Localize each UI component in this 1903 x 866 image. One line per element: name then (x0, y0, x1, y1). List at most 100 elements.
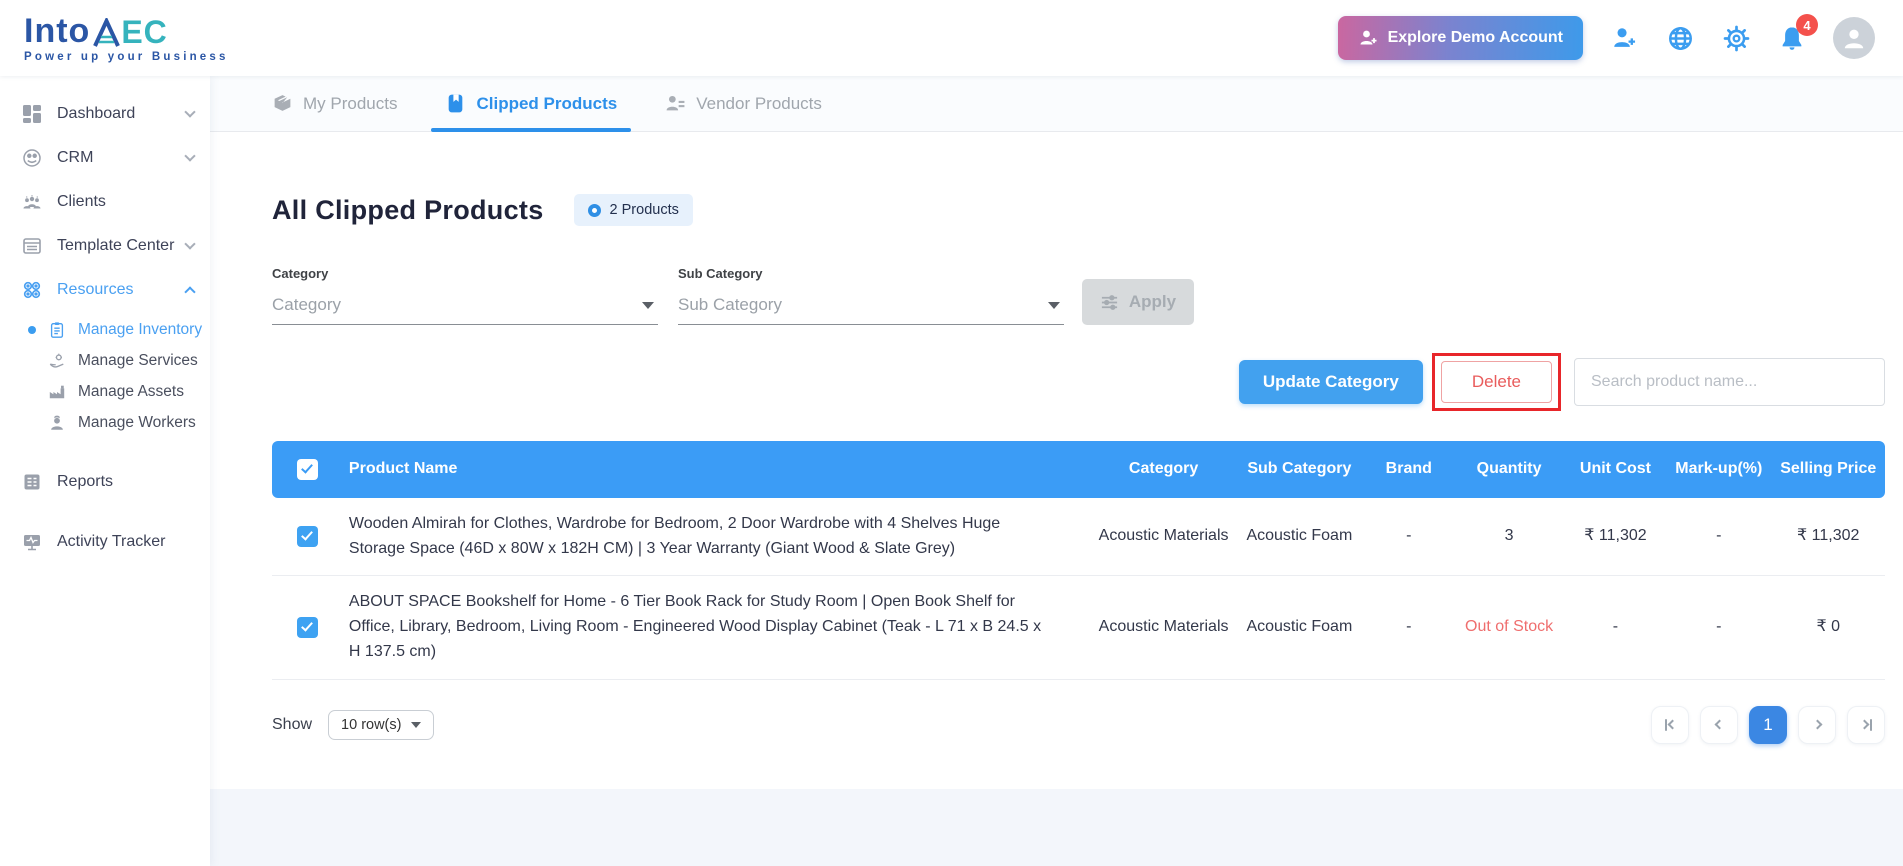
row-checkbox[interactable] (296, 525, 318, 547)
selling-price-cell: ₹ 11,302 (1771, 497, 1885, 577)
gear-icon (1723, 25, 1750, 52)
column-header-product-name: Product Name (348, 460, 458, 477)
sidebar-item-label: Manage Assets (78, 382, 184, 400)
explore-demo-account-button[interactable]: Explore Demo Account (1337, 16, 1583, 60)
select-all-checkbox[interactable] (296, 458, 318, 480)
sidebar-item-manage-inventory[interactable]: Manage Inventory (0, 314, 210, 345)
rows-per-page-select[interactable]: 10 row(s) (328, 709, 435, 740)
pagination: 1 (1651, 705, 1885, 744)
my-products-icon (272, 93, 293, 114)
tab-my-products[interactable]: My Products (272, 76, 397, 131)
first-page-icon (1664, 718, 1667, 731)
last-page-icon (1869, 718, 1872, 731)
row-checkbox[interactable] (296, 616, 318, 638)
app-logo: Into EC Power up your Business (24, 14, 229, 63)
unit-cost-cell: ₹ 11,302 (1564, 497, 1667, 577)
sidebar-item-reports[interactable]: Reports (0, 460, 210, 504)
language-button[interactable] (1665, 23, 1695, 53)
chevron-right-icon (1859, 719, 1869, 730)
sidebar-item-crm[interactable]: CRM (0, 136, 210, 180)
resources-submenu: Manage Inventory Manage Services Manage … (0, 312, 210, 444)
column-header-brand: Brand (1385, 460, 1432, 477)
column-header-quantity: Quantity (1476, 460, 1542, 477)
sidebar-item-label: Template Center (57, 237, 175, 254)
table-actions: Update Category Delete (272, 353, 1885, 411)
sidebar-item-label: Dashboard (57, 105, 136, 122)
products-count-badge: 2 Products (573, 194, 693, 226)
table-row[interactable]: Wooden Almirah for Clothes, Wardrobe for… (272, 497, 1885, 577)
manage-assets-icon (48, 383, 66, 401)
sidebar-item-activity-tracker[interactable]: Activity Tracker (0, 520, 210, 564)
logo-a-triangle-icon (93, 17, 121, 48)
subcategory-select-value: Sub Category (678, 295, 782, 314)
check-icon (301, 461, 314, 474)
search-input[interactable] (1574, 358, 1885, 406)
sidebar-item-dashboard[interactable]: Dashboard (0, 92, 210, 136)
sidebar-item-clients[interactable]: Clients (0, 180, 210, 224)
pagination-next-button[interactable] (1798, 705, 1836, 744)
pagination-first-button[interactable] (1651, 705, 1689, 744)
category-cell: Acoustic Materials (1092, 497, 1235, 577)
product-name-cell: ABOUT SPACE Bookshelf for Home - 6 Tier … (342, 575, 1093, 680)
content-panel: All Clipped Products 2 Products Category… (210, 132, 1903, 789)
chevron-up-icon (184, 286, 196, 298)
caret-down-icon (642, 301, 654, 309)
sidebar-item-label: Activity Tracker (57, 533, 166, 550)
logo-text-secondary: EC (121, 13, 168, 50)
pagination-page-1-button[interactable]: 1 (1749, 705, 1787, 744)
sidebar-item-manage-services[interactable]: Manage Services (0, 345, 210, 376)
rows-per-page-value: 10 row(s) (341, 716, 402, 733)
table-header-row: Product Name Category Sub Category Brand… (272, 441, 1885, 498)
sidebar: Dashboard CRM Clients Template Center Re… (0, 76, 210, 866)
column-header-category: Category (1128, 460, 1199, 477)
tab-vendor-products[interactable]: Vendor Products (665, 76, 822, 131)
manage-services-icon (48, 352, 66, 370)
add-user-button[interactable] (1609, 23, 1639, 53)
sidebar-item-label: Reports (57, 473, 114, 490)
sidebar-item-manage-workers[interactable]: Manage Workers (0, 407, 210, 438)
notifications-button[interactable]: 4 (1777, 14, 1818, 53)
app: Into EC Power up your Business Explore D… (0, 0, 1903, 866)
table-row[interactable]: ABOUT SPACE Bookshelf for Home - 6 Tier … (272, 575, 1885, 680)
update-category-button[interactable]: Update Category (1238, 360, 1423, 404)
page-title: All Clipped Products (272, 194, 544, 225)
product-name-cell: Wooden Almirah for Clothes, Wardrobe for… (342, 497, 1093, 577)
delete-button[interactable]: Delete (1440, 361, 1552, 403)
tab-clipped-products[interactable]: Clipped Products (431, 76, 631, 132)
main-area: My Products Clipped Products Vendor Prod… (210, 76, 1903, 866)
caret-down-icon (1048, 301, 1060, 309)
user-avatar[interactable] (1833, 17, 1875, 59)
sub-category-cell: Acoustic Foam (1234, 497, 1365, 577)
chevron-right-icon (1812, 719, 1822, 730)
apply-button[interactable]: Apply (1082, 279, 1194, 325)
sidebar-item-label: CRM (57, 149, 94, 166)
person-add-icon (1358, 28, 1378, 48)
sidebar-item-manage-assets[interactable]: Manage Assets (0, 376, 210, 407)
clipped-products-table: Product Name Category Sub Category Brand… (272, 441, 1885, 680)
vendor-products-icon (665, 93, 686, 114)
sidebar-item-template-center[interactable]: Template Center (0, 224, 210, 268)
category-select-value: Category (272, 295, 341, 314)
top-header: Into EC Power up your Business Explore D… (0, 0, 1903, 76)
filter-bar: Category Category Sub Category Sub Categ… (272, 266, 1885, 325)
category-cell: Acoustic Materials (1092, 575, 1235, 680)
settings-button[interactable] (1721, 23, 1751, 53)
sidebar-item-label: Manage Services (78, 351, 198, 369)
chevron-left-icon (1667, 719, 1677, 730)
template-center-icon (22, 236, 42, 256)
manage-workers-icon (48, 414, 66, 432)
column-header-unit-cost: Unit Cost (1579, 460, 1651, 477)
chevron-left-icon (1714, 719, 1724, 730)
globe-icon (1667, 25, 1694, 52)
sidebar-item-label: Resources (57, 281, 134, 298)
pagination-last-button[interactable] (1847, 705, 1885, 744)
markup-cell: - (1666, 497, 1772, 577)
category-select[interactable]: Category (272, 289, 658, 325)
quantity-cell: 3 (1453, 497, 1565, 577)
tab-label: Clipped Products (476, 93, 618, 113)
pagination-prev-button[interactable] (1700, 705, 1738, 744)
notification-count-badge: 4 (1796, 14, 1818, 36)
avatar-person-icon (1841, 25, 1867, 51)
subcategory-select[interactable]: Sub Category (678, 289, 1064, 325)
sidebar-item-resources[interactable]: Resources (0, 268, 210, 312)
